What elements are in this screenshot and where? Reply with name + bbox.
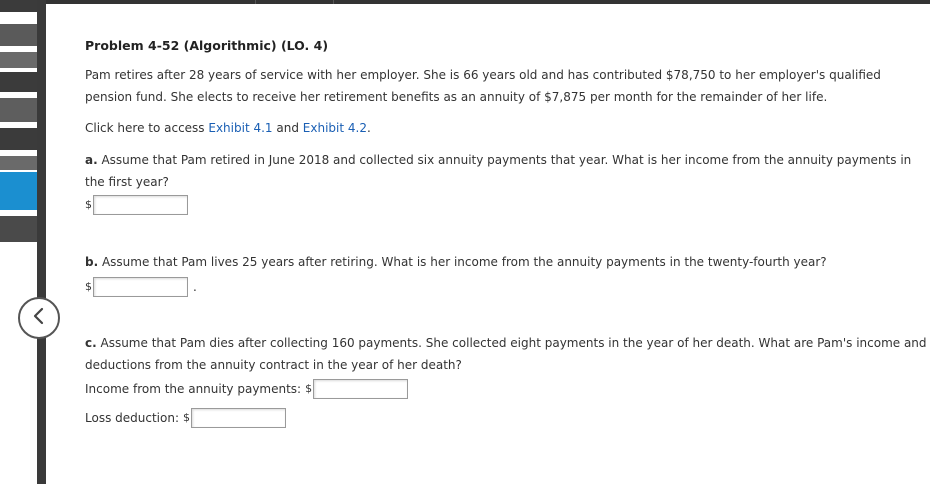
- part-a-letter: a.: [85, 153, 98, 167]
- rail-divider: [37, 0, 46, 484]
- problem-title: Problem 4-52 (Algorithmic) (LO. 4): [85, 38, 329, 53]
- income-answer-row: Income from the annuity payments: $: [85, 378, 409, 400]
- part-b-text: Assume that Pam lives 25 years after ret…: [98, 255, 827, 269]
- income-label: Income from the annuity payments:: [85, 382, 302, 396]
- currency-symbol: $: [85, 198, 92, 211]
- access-and: and: [272, 121, 303, 135]
- rail-tab[interactable]: [0, 128, 37, 150]
- rail-tab[interactable]: [0, 0, 37, 12]
- income-answer-input[interactable]: [313, 379, 409, 399]
- rail-tab-active[interactable]: [0, 172, 37, 210]
- part-a-answer-row: $: [85, 194, 188, 216]
- chevron-left-icon: [30, 307, 48, 329]
- loss-answer-input[interactable]: [190, 408, 286, 428]
- part-c-question: c. Assume that Pam dies after collecting…: [85, 332, 930, 376]
- part-a-question: a. Assume that Pam retired in June 2018 …: [85, 149, 930, 193]
- part-a-text: Assume that Pam retired in June 2018 and…: [85, 153, 912, 189]
- access-prefix: Click here to access: [85, 121, 209, 135]
- rail-tab[interactable]: [0, 52, 37, 68]
- exhibit-4-2-link[interactable]: Exhibit 4.2: [303, 121, 367, 135]
- top-divider: [333, 0, 334, 4]
- part-c-text: Assume that Pam dies after collecting 16…: [85, 336, 927, 372]
- currency-symbol: $: [182, 411, 190, 424]
- part-b-question: b. Assume that Pam lives 25 years after …: [85, 251, 930, 273]
- currency-symbol: $: [85, 280, 92, 293]
- top-bar: [0, 0, 930, 4]
- part-a-answer-input[interactable]: [93, 195, 188, 215]
- rail-tab[interactable]: [0, 216, 37, 242]
- left-rail: [0, 0, 46, 484]
- period-suffix: .: [193, 280, 197, 294]
- part-b-letter: b.: [85, 255, 99, 269]
- rail-tab[interactable]: [0, 72, 37, 92]
- currency-symbol: $: [305, 382, 313, 395]
- part-c-letter: c.: [85, 336, 97, 350]
- part-b-answer-row: $ .: [85, 276, 197, 298]
- top-divider: [255, 0, 256, 4]
- exhibit-links: Click here to access Exhibit 4.1 and Exh…: [85, 117, 930, 139]
- problem-intro: Pam retires after 28 years of service wi…: [85, 68, 881, 104]
- rail-tab[interactable]: [0, 156, 37, 170]
- exhibit-4-1-link[interactable]: Exhibit 4.1: [208, 121, 272, 135]
- part-b-answer-input[interactable]: [93, 277, 188, 297]
- loss-answer-row: Loss deduction: $: [85, 407, 286, 429]
- back-button[interactable]: [18, 297, 60, 339]
- access-suffix: .: [366, 121, 371, 135]
- loss-label: Loss deduction:: [85, 411, 179, 425]
- rail-tab[interactable]: [0, 24, 37, 46]
- rail-tab[interactable]: [0, 98, 37, 122]
